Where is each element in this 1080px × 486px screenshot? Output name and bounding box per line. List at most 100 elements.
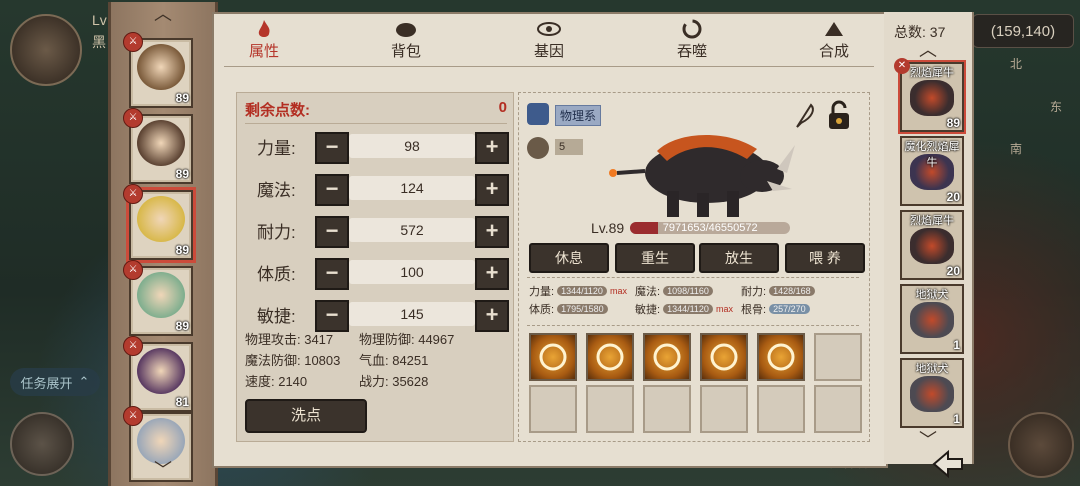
attribute-label: 力量:	[257, 139, 296, 158]
empty-skill-slot[interactable]	[643, 385, 691, 433]
sword-icon: ⚔	[123, 260, 143, 280]
member-level: 89	[175, 167, 189, 181]
lock-icon[interactable]	[825, 99, 853, 131]
empty-skill-slot[interactable]	[814, 385, 862, 433]
chevron-up-icon[interactable]: ︿	[916, 41, 940, 59]
attribute-value: 98	[349, 134, 475, 158]
pet-list-item[interactable]: 地狱犬 1	[900, 358, 964, 428]
pet-detail-panel: 属性 背包 基因 吞噬 合成 剩余点数: 0 力量: −98 + 魔法: −124 + 耐力…	[212, 12, 888, 468]
pet-list-item[interactable]: 魔化烈焰犀牛 20	[900, 136, 964, 206]
pet-level-hp: Lv.89 7971653/46550572	[591, 220, 791, 236]
back-arrow-icon[interactable]	[928, 446, 968, 482]
chevron-down-icon[interactable]: ﹀	[151, 461, 175, 479]
party-member-portrait[interactable]: ⚔ 81	[123, 336, 193, 412]
aptitude-value: 1795/1580	[557, 304, 608, 314]
shield-skill-icon[interactable]	[757, 333, 805, 381]
compass-south: 南	[1010, 142, 1023, 156]
mount-icon[interactable]	[10, 412, 74, 476]
release-button[interactable]: 放生	[699, 243, 779, 273]
plus-button[interactable]: +	[475, 258, 509, 290]
pet-list-item[interactable]: ✕ 烈焰犀牛 89	[894, 58, 964, 132]
aptitude-item: 敏捷: 1344/1120 max	[635, 301, 733, 317]
tab-synthesis[interactable]: 合成	[794, 18, 874, 64]
pet-level: 20	[946, 190, 960, 204]
dragon-skill-icon[interactable]	[700, 333, 748, 381]
compass-east: 东	[1050, 100, 1063, 114]
tab-gene[interactable]: 基因	[509, 18, 589, 64]
minus-button[interactable]: −	[315, 258, 349, 290]
pet-list-item[interactable]: 地狱犬 1	[900, 284, 964, 354]
tab-backpack[interactable]: 背包	[366, 18, 446, 64]
pet-level: 1	[953, 338, 960, 352]
attribute-label: 魔法:	[257, 181, 296, 200]
empty-skill-slot[interactable]	[814, 333, 862, 381]
party-member-portrait[interactable]: ⚔ 89	[123, 32, 193, 108]
plus-button[interactable]: +	[475, 300, 509, 332]
sword-icon: ⚔	[123, 406, 143, 426]
hp-text: 7971653/46550572	[662, 222, 758, 234]
pet-name: 烈焰犀牛	[910, 215, 954, 227]
wolf-skill-icon[interactable]	[529, 333, 577, 381]
pet-type-label: 物理系	[555, 105, 602, 126]
party-member-portrait[interactable]: ⚔ 89	[123, 184, 193, 260]
paw-value: 5	[555, 139, 583, 155]
task-expand-button[interactable]: 任务展开 ⌃	[10, 368, 100, 396]
stat-power: 战力: 35628	[359, 374, 429, 389]
player-level-label: Lv	[92, 12, 107, 28]
empty-skill-slot[interactable]	[757, 385, 805, 433]
aptitude-value: 1428/168	[769, 286, 815, 296]
aptitude-label: 体质:	[529, 304, 555, 316]
empty-skill-slot[interactable]	[586, 385, 634, 433]
player-avatar[interactable]	[10, 14, 82, 86]
pet-level: 20	[946, 264, 960, 278]
tab-attributes[interactable]: 属性	[224, 18, 304, 64]
character-face	[137, 272, 185, 318]
chevron-up-icon: ⌃	[78, 374, 90, 389]
rebirth-button[interactable]: 重生	[615, 243, 695, 273]
attribute-row: 耐力: −572 +	[237, 215, 513, 248]
minus-button[interactable]: −	[315, 132, 349, 164]
divider	[527, 277, 859, 279]
pet-list-column: 总数: 37 ︿ ✕ 烈焰犀牛 89 魔化烈焰犀牛 20 烈焰犀牛 20 地狱犬 1 地狱犬 1 ﹀	[884, 12, 974, 464]
attribute-row: 体质: −100 +	[237, 257, 513, 290]
attribute-value: 124	[349, 176, 475, 200]
minus-button[interactable]: −	[315, 174, 349, 206]
swirl-icon	[682, 19, 702, 39]
aptitude-label: 耐力:	[741, 286, 767, 298]
pet-list-item[interactable]: 烈焰犀牛 20	[900, 210, 964, 280]
character-face	[137, 348, 185, 394]
vortex-skill-icon[interactable]	[586, 333, 634, 381]
wash-points-button[interactable]: 洗点	[245, 399, 367, 433]
party-column: ︿ ⚔ 89 ⚔ 89 ⚔ 89 ⚔ 89 ⚔ 81 ⚔ ﹀	[108, 2, 218, 486]
tab-devour[interactable]: 吞噬	[652, 18, 732, 64]
attribute-panel: 剩余点数: 0 力量: −98 + 魔法: −124 + 耐力: −572 + 体质: −100 + 敏…	[236, 92, 514, 442]
aptitude-value: 257/270	[769, 304, 810, 314]
party-member-portrait[interactable]: ⚔ 89	[123, 260, 193, 336]
minus-button[interactable]: −	[315, 216, 349, 248]
plus-button[interactable]: +	[475, 216, 509, 248]
sun-skill-icon[interactable]	[643, 333, 691, 381]
attribute-value: 100	[349, 260, 475, 284]
map-menu-icon[interactable]	[1008, 412, 1074, 478]
member-level: 89	[175, 91, 189, 105]
eye-icon	[537, 22, 561, 36]
plus-button[interactable]: +	[475, 174, 509, 206]
compass-north: 北	[1010, 57, 1023, 71]
pet-level: 1	[953, 412, 960, 426]
empty-skill-slot[interactable]	[529, 385, 577, 433]
party-member-portrait[interactable]: ⚔ 89	[123, 108, 193, 184]
minus-button[interactable]: −	[315, 300, 349, 332]
empty-skill-slot[interactable]	[700, 385, 748, 433]
aptitude-item: 魔法: 1098/1160	[635, 283, 716, 299]
plus-button[interactable]: +	[475, 132, 509, 164]
pet-name: 地狱犬	[915, 289, 949, 301]
hp-bar: 7971653/46550572	[630, 222, 791, 234]
pet-level: 89	[946, 116, 960, 130]
rest-button[interactable]: 休息	[529, 243, 609, 273]
pet-total: 总数: 37	[894, 24, 946, 40]
aptitude-item: 根骨: 257/270	[741, 301, 813, 317]
chevron-up-icon[interactable]: ︿	[151, 5, 175, 23]
list-icon[interactable]	[527, 103, 549, 125]
aptitude-label: 根骨:	[741, 304, 767, 316]
feed-button[interactable]: 喂 养	[785, 243, 865, 273]
